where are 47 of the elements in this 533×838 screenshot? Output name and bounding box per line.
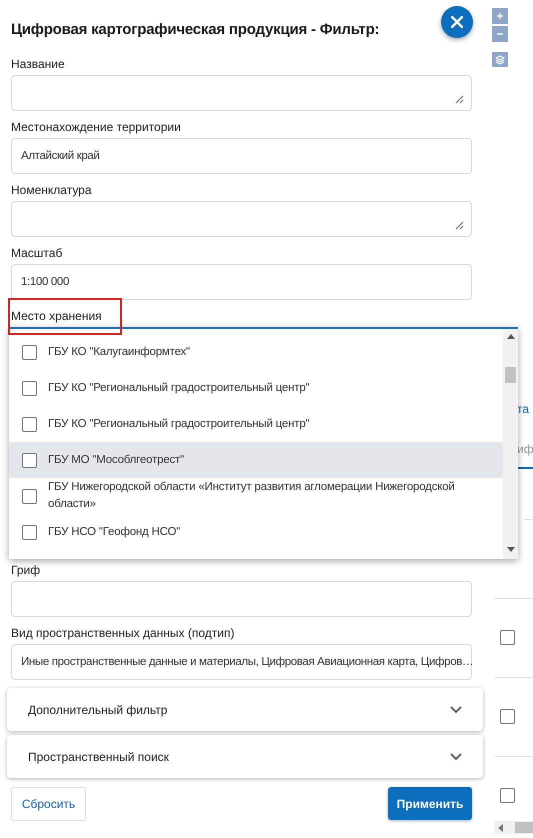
- scroll-left-icon[interactable]: [498, 824, 503, 832]
- input-field[interactable]: Алтайский край: [11, 138, 472, 174]
- dropdown-option[interactable]: ГБУ МО "Мособлгеотрест": [9, 442, 503, 478]
- checkbox[interactable]: [22, 488, 37, 504]
- checkbox[interactable]: [500, 630, 515, 645]
- field-label: Гриф: [11, 562, 40, 578]
- checkbox[interactable]: [22, 524, 37, 540]
- field-label: Масштаб: [11, 245, 62, 261]
- close-button[interactable]: [441, 6, 473, 38]
- dropdown-option[interactable]: ГБУ НСО "Геофонд НСО": [9, 514, 503, 550]
- checkbox[interactable]: [22, 452, 37, 468]
- scrollbar[interactable]: [503, 329, 518, 559]
- field-label: Номенклатура: [11, 182, 92, 198]
- field-label: Название: [11, 56, 65, 72]
- field-label: Вид пространственных данных (подтип): [11, 625, 234, 641]
- chevron-icon: [450, 705, 462, 714]
- scroll-up-icon[interactable]: [506, 334, 514, 339]
- dropdown-option[interactable]: ГБУ КО "Региональный градостроительный центр": [9, 406, 503, 442]
- checkbox[interactable]: [500, 788, 515, 803]
- close-icon: [451, 16, 463, 28]
- scroll-down-icon[interactable]: [506, 547, 514, 552]
- layers-button[interactable]: [492, 52, 508, 67]
- resize-grip-icon[interactable]: [454, 220, 464, 230]
- chevron-icon: [450, 752, 462, 761]
- input-field[interactable]: [11, 581, 472, 617]
- field-label: Местонахождение территории: [11, 119, 181, 135]
- reset-button[interactable]: Сбросить: [11, 787, 86, 821]
- dropdown-option[interactable]: ГБУ Нижегородской области «Институт развития агломерации Нижегородской области»: [9, 478, 503, 514]
- resize-grip-icon[interactable]: [454, 94, 464, 104]
- dropdown-option[interactable]: ГБУ КО "Региональный градостроительный центр": [9, 370, 503, 406]
- accordion-header[interactable]: Дополнительный фильтр: [7, 688, 483, 731]
- link-text[interactable]: та: [517, 401, 533, 417]
- horizontal-scrollbar[interactable]: [494, 821, 533, 834]
- panel-title: Цифровая картографическая продукция - Фильтр:: [11, 21, 380, 38]
- layers-icon: [495, 54, 505, 64]
- field-label: Место хранения: [11, 308, 102, 324]
- checkbox[interactable]: [22, 344, 37, 360]
- accordion-header[interactable]: Пространственный поиск: [7, 735, 483, 778]
- apply-button[interactable]: Применить: [388, 787, 472, 820]
- dropdown-option[interactable]: ГБУ КО "Калугаинформтех": [9, 334, 503, 370]
- checkbox[interactable]: [22, 380, 37, 396]
- input-field[interactable]: Иные пространственные данные и материалы, Цифровая Авиационная карта, Цифров…: [11, 644, 472, 680]
- checkbox[interactable]: [22, 416, 37, 432]
- tab-indicator: [517, 467, 533, 469]
- input-field[interactable]: 1:100 000: [11, 264, 472, 300]
- checkbox[interactable]: [500, 709, 515, 724]
- scrollbar-thumb[interactable]: [505, 367, 516, 383]
